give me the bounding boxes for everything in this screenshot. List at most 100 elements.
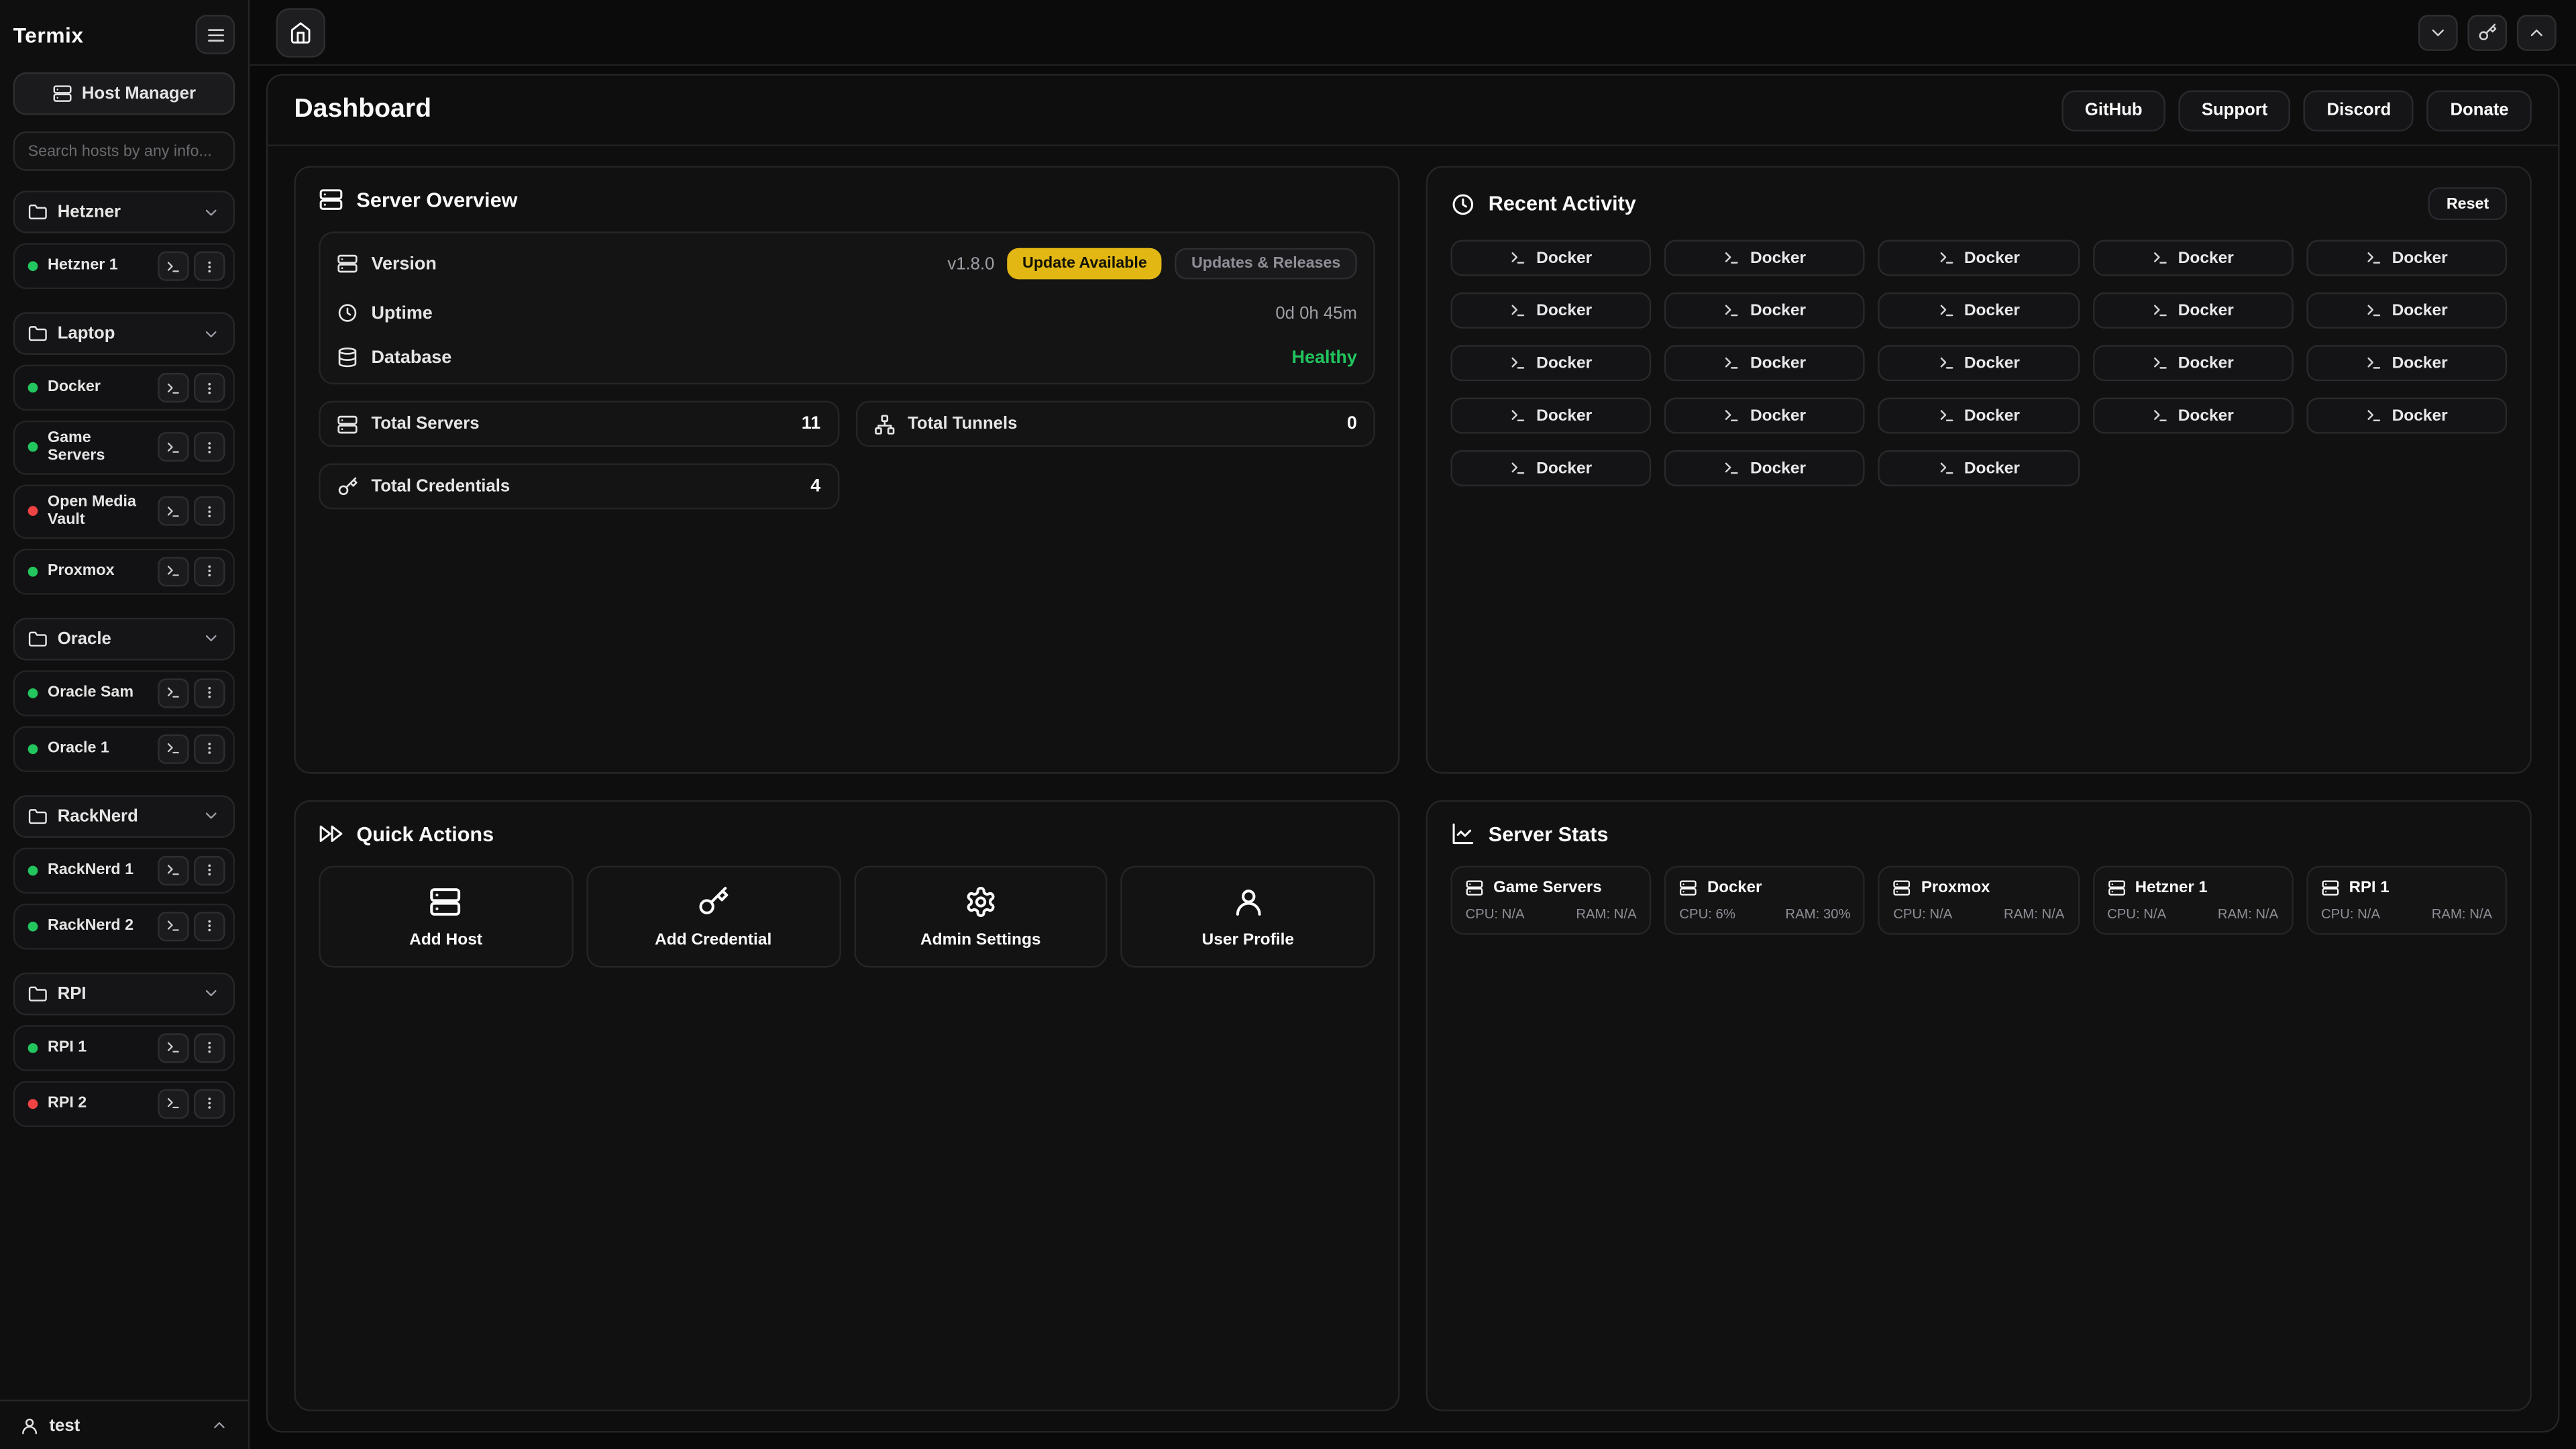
folder-name: RackNerd bbox=[58, 806, 184, 825]
activity-docker-button[interactable]: Docker bbox=[1664, 450, 1865, 486]
activity-docker-button[interactable]: Docker bbox=[1450, 450, 1651, 486]
terminal-button[interactable] bbox=[158, 734, 189, 763]
activity-docker-button[interactable]: Docker bbox=[1664, 345, 1865, 381]
terminal-icon bbox=[2365, 355, 2381, 371]
activity-docker-button[interactable]: Docker bbox=[1450, 398, 1651, 434]
terminal-button[interactable] bbox=[158, 556, 189, 586]
terminal-button[interactable] bbox=[158, 496, 189, 526]
stat-cpu: CPU: N/A bbox=[2321, 905, 2380, 921]
activity-docker-button[interactable]: Docker bbox=[2306, 345, 2507, 381]
activity-docker-button[interactable]: Docker bbox=[2306, 398, 2507, 434]
activity-docker-button[interactable]: Docker bbox=[1878, 398, 2079, 434]
host-item-game-servers[interactable]: Game Servers bbox=[13, 421, 235, 474]
host-menu-button[interactable] bbox=[194, 556, 225, 586]
activity-docker-button[interactable]: Docker bbox=[1664, 240, 1865, 276]
dashboard-header: Dashboard GitHubSupportDiscordDonate bbox=[268, 76, 2558, 146]
host-menu-button[interactable] bbox=[194, 678, 225, 707]
activity-docker-button[interactable]: Docker bbox=[1878, 450, 2079, 486]
terminal-button[interactable] bbox=[158, 911, 189, 941]
host-menu-button[interactable] bbox=[194, 1089, 225, 1118]
tab-home[interactable] bbox=[276, 7, 325, 56]
add-host-tile[interactable]: Add Host bbox=[319, 866, 573, 968]
chevron-down-icon bbox=[201, 629, 219, 647]
activity-docker-button[interactable]: Docker bbox=[2306, 292, 2507, 329]
host-manager-button[interactable]: Host Manager bbox=[13, 72, 235, 115]
host-item-rpi-1[interactable]: RPI 1 bbox=[13, 1024, 235, 1071]
folder-header-rpi[interactable]: RPI bbox=[13, 972, 235, 1015]
activity-docker-button[interactable]: Docker bbox=[1450, 345, 1651, 381]
activity-docker-button[interactable]: Docker bbox=[2092, 345, 2293, 381]
folder-header-laptop[interactable]: Laptop bbox=[13, 312, 235, 355]
host-menu-button[interactable] bbox=[194, 433, 225, 462]
terminal-button[interactable] bbox=[158, 252, 189, 281]
update-available-badge[interactable]: Update Available bbox=[1008, 248, 1162, 280]
chevron-up-button[interactable] bbox=[2517, 14, 2557, 50]
activity-docker-button[interactable]: Docker bbox=[1450, 292, 1651, 329]
activity-docker-button[interactable]: Docker bbox=[1878, 345, 2079, 381]
activity-docker-button[interactable]: Docker bbox=[2092, 292, 2293, 329]
activity-docker-button[interactable]: Docker bbox=[1878, 240, 2079, 276]
host-item-racknerd-1[interactable]: RackNerd 1 bbox=[13, 847, 235, 894]
host-menu-button[interactable] bbox=[194, 373, 225, 402]
activity-docker-button[interactable]: Docker bbox=[2092, 398, 2293, 434]
host-menu-button[interactable] bbox=[194, 855, 225, 885]
user-menu-toggle[interactable] bbox=[210, 1416, 228, 1434]
activity-docker-button[interactable]: Docker bbox=[1450, 240, 1651, 276]
folder-header-racknerd[interactable]: RackNerd bbox=[13, 794, 235, 837]
key-button[interactable] bbox=[2467, 14, 2507, 50]
server-stats-card: Server Stats Game ServersCPU: N/ARAM: N/… bbox=[1426, 800, 2532, 1411]
uptime-label: Uptime bbox=[371, 303, 432, 323]
terminal-icon bbox=[1724, 303, 1740, 319]
discord-button[interactable]: Discord bbox=[2304, 89, 2414, 130]
server-stat-rpi-1: RPI 1CPU: N/ARAM: N/A bbox=[2306, 866, 2507, 935]
activity-docker-button[interactable]: Docker bbox=[2092, 240, 2293, 276]
host-item-rpi-2[interactable]: RPI 2 bbox=[13, 1080, 235, 1126]
reset-button[interactable]: Reset bbox=[2428, 187, 2507, 220]
folder-collapse-button[interactable] bbox=[194, 622, 227, 655]
folder-collapse-button[interactable] bbox=[194, 800, 227, 833]
host-item-oracle-sam[interactable]: Oracle Sam bbox=[13, 669, 235, 716]
host-menu-button[interactable] bbox=[194, 911, 225, 941]
folder-collapse-button[interactable] bbox=[194, 317, 227, 350]
host-item-hetzner-1[interactable]: Hetzner 1 bbox=[13, 243, 235, 289]
activity-docker-button[interactable]: Docker bbox=[1664, 292, 1865, 329]
host-item-racknerd-2[interactable]: RackNerd 2 bbox=[13, 903, 235, 949]
user-profile-tile[interactable]: User Profile bbox=[1121, 866, 1375, 968]
activity-docker-button[interactable]: Docker bbox=[1878, 292, 2079, 329]
folder-header-oracle[interactable]: Oracle bbox=[13, 617, 235, 660]
dots-icon bbox=[202, 741, 217, 756]
terminal-button[interactable] bbox=[158, 1032, 189, 1062]
terminal-button[interactable] bbox=[158, 373, 189, 402]
chevron-down-button[interactable] bbox=[2418, 14, 2458, 50]
sidebar-menu-button[interactable] bbox=[195, 15, 235, 54]
support-button[interactable]: Support bbox=[2179, 89, 2291, 130]
tab-bar-controls bbox=[2418, 14, 2557, 50]
terminal-button[interactable] bbox=[158, 855, 189, 885]
admin-settings-tile[interactable]: Admin Settings bbox=[853, 866, 1108, 968]
host-item-open-media-vault[interactable]: Open Media Vault bbox=[13, 484, 235, 538]
host-menu-button[interactable] bbox=[194, 496, 225, 526]
activity-docker-button[interactable]: Docker bbox=[1664, 398, 1865, 434]
add-credential-tile[interactable]: Add Credential bbox=[586, 866, 841, 968]
folder-collapse-button[interactable] bbox=[194, 195, 227, 228]
host-menu-button[interactable] bbox=[194, 1032, 225, 1062]
host-item-oracle-1[interactable]: Oracle 1 bbox=[13, 725, 235, 771]
host-menu-button[interactable] bbox=[194, 252, 225, 281]
host-menu-button[interactable] bbox=[194, 734, 225, 763]
updates-releases-button[interactable]: Updates & Releases bbox=[1175, 248, 1356, 280]
activity-docker-button[interactable]: Docker bbox=[2306, 240, 2507, 276]
server-stat-game-servers: Game ServersCPU: N/ARAM: N/A bbox=[1450, 866, 1651, 935]
folder-collapse-button[interactable] bbox=[194, 977, 227, 1010]
folder-header-hetzner[interactable]: Hetzner bbox=[13, 191, 235, 233]
terminal-button[interactable] bbox=[158, 678, 189, 707]
host-item-docker[interactable]: Docker bbox=[13, 365, 235, 411]
user-menu[interactable]: test bbox=[0, 1400, 248, 1449]
donate-button[interactable]: Donate bbox=[2427, 89, 2532, 130]
folder-section-rpi: RPI RPI 1 RPI 2 bbox=[13, 972, 235, 1126]
host-item-proxmox[interactable]: Proxmox bbox=[13, 548, 235, 594]
host-search-input[interactable] bbox=[13, 131, 235, 171]
server-icon bbox=[337, 413, 358, 435]
terminal-button[interactable] bbox=[158, 1089, 189, 1118]
github-button[interactable]: GitHub bbox=[2062, 89, 2165, 130]
terminal-button[interactable] bbox=[158, 433, 189, 462]
